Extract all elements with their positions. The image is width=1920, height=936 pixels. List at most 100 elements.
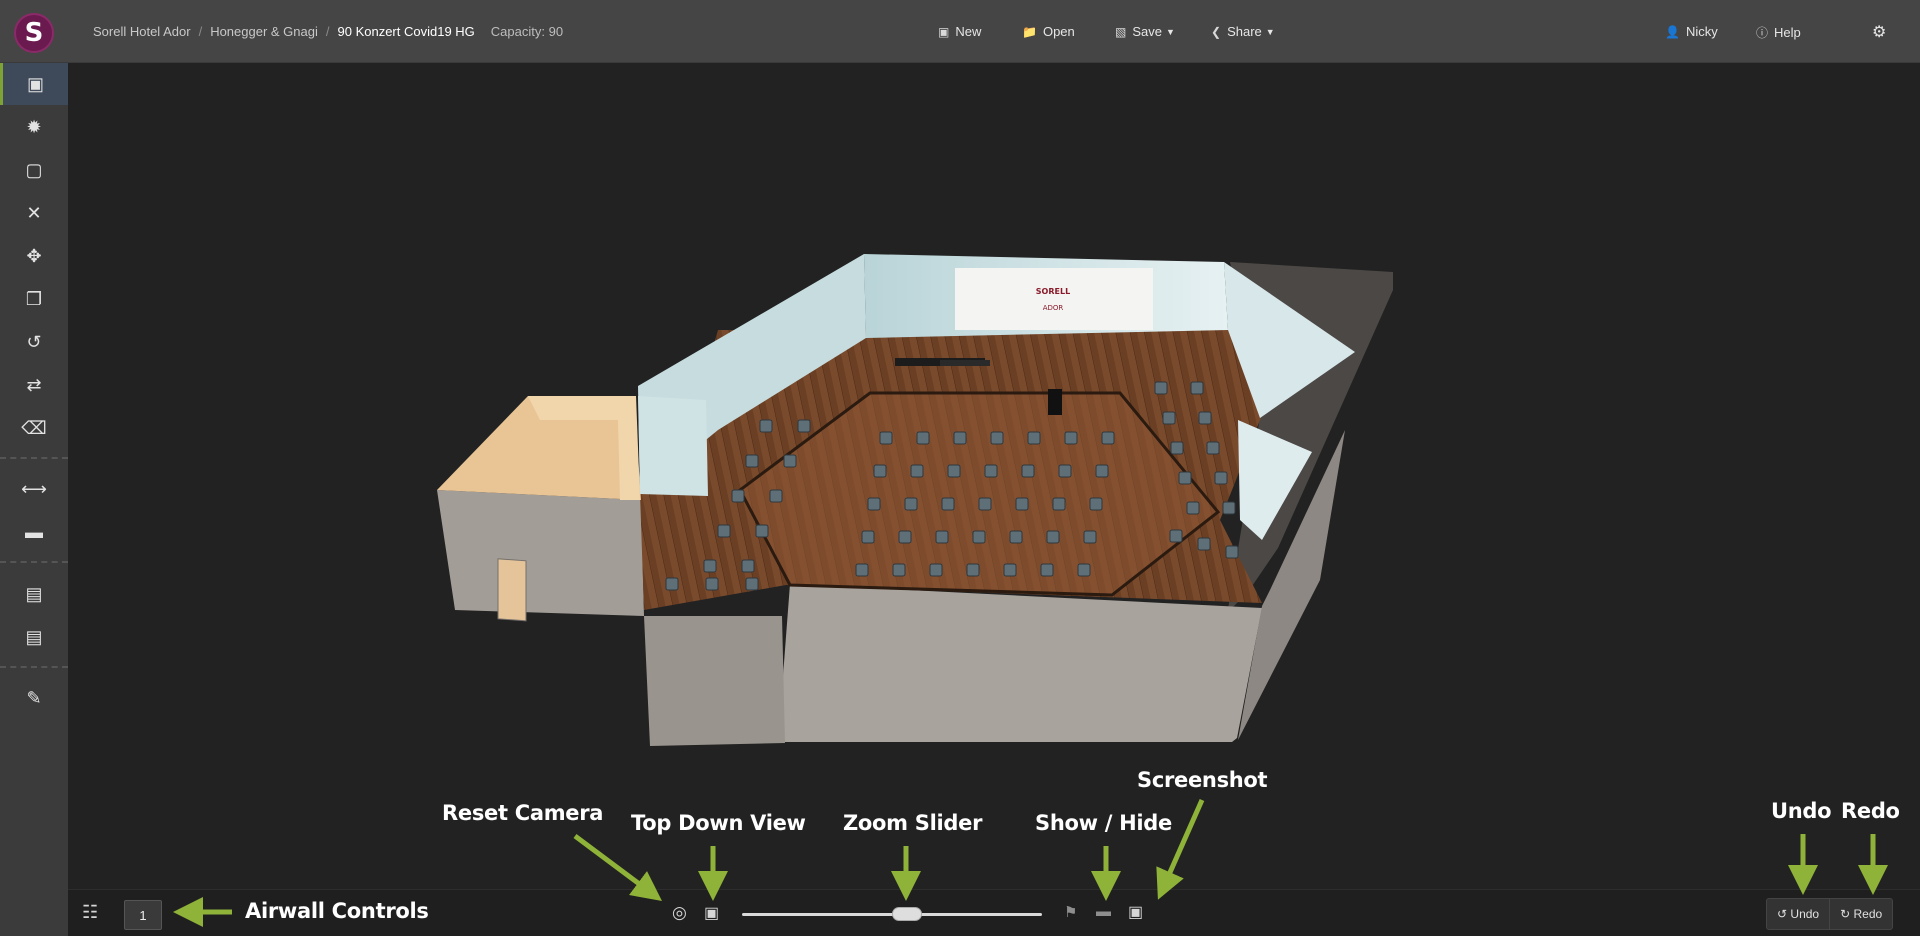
user-menu[interactable]: 👤 Nicky: [1665, 24, 1718, 39]
chair[interactable]: [1015, 497, 1029, 511]
chair[interactable]: [1009, 530, 1023, 544]
chair[interactable]: [898, 530, 912, 544]
chair[interactable]: [797, 419, 811, 433]
chair[interactable]: [1027, 431, 1041, 445]
breadcrumb-client[interactable]: Honegger & Gnagi: [210, 24, 318, 39]
chair[interactable]: [665, 577, 679, 591]
chair[interactable]: [892, 563, 906, 577]
undo-button[interactable]: ↺ Undo: [1767, 899, 1831, 929]
chair[interactable]: [769, 489, 783, 503]
select-box-icon[interactable]: ▢: [0, 149, 68, 191]
map-icon[interactable]: ☷: [82, 902, 98, 923]
camera-icon[interactable]: ▣: [1128, 902, 1143, 922]
chair[interactable]: [1064, 431, 1078, 445]
chair[interactable]: [731, 489, 745, 503]
trash-icon[interactable]: ⌫: [0, 407, 68, 449]
align-center-icon[interactable]: ▤: [0, 573, 68, 615]
chair[interactable]: [745, 454, 759, 468]
chair[interactable]: [703, 559, 717, 573]
chair[interactable]: [1169, 529, 1183, 543]
new-button[interactable]: ▣ New: [938, 24, 981, 39]
chair[interactable]: [717, 524, 731, 538]
save-button[interactable]: ▧ Save ▼: [1115, 24, 1175, 39]
chair[interactable]: [947, 464, 961, 478]
edit-icon[interactable]: ✎: [0, 677, 68, 719]
chair[interactable]: [1206, 441, 1220, 455]
chair[interactable]: [972, 530, 986, 544]
chair[interactable]: [745, 577, 759, 591]
chair[interactable]: [867, 497, 881, 511]
chair[interactable]: [1190, 381, 1204, 395]
zoom-slider-thumb[interactable]: [892, 907, 922, 921]
chair[interactable]: [1040, 563, 1054, 577]
chair[interactable]: [1186, 501, 1200, 515]
move-icon[interactable]: ✥: [0, 235, 68, 277]
annotation-top-down-view: Top Down View: [631, 811, 806, 835]
chair[interactable]: [910, 464, 924, 478]
chair[interactable]: [929, 563, 943, 577]
chair[interactable]: [984, 464, 998, 478]
chair[interactable]: [1222, 501, 1236, 515]
resize-horizontal-icon[interactable]: ⟷: [0, 468, 68, 510]
chair[interactable]: [1058, 464, 1072, 478]
chair[interactable]: [935, 530, 949, 544]
app-logo[interactable]: S: [14, 13, 54, 53]
chair[interactable]: [755, 524, 769, 538]
chair[interactable]: [953, 431, 967, 445]
ruler-toggle-icon[interactable]: ▬: [1096, 903, 1111, 920]
airwall-floor-input[interactable]: 1: [124, 900, 162, 930]
chair[interactable]: [783, 454, 797, 468]
chair[interactable]: [978, 497, 992, 511]
chair[interactable]: [705, 577, 719, 591]
chair[interactable]: [1003, 563, 1017, 577]
chair[interactable]: [1178, 471, 1192, 485]
settings-button[interactable]: ⚙: [1872, 22, 1886, 42]
chair[interactable]: [1101, 431, 1115, 445]
ruler-icon[interactable]: ▬: [0, 511, 68, 553]
chair[interactable]: [1021, 464, 1035, 478]
chair[interactable]: [1077, 563, 1091, 577]
chair[interactable]: [1162, 411, 1176, 425]
share-button[interactable]: ❮ Share ▼: [1211, 24, 1275, 39]
chair[interactable]: [1089, 497, 1103, 511]
chair[interactable]: [966, 563, 980, 577]
top-down-view-button[interactable]: ▣: [704, 903, 719, 923]
chair[interactable]: [1198, 411, 1212, 425]
wand-icon[interactable]: ✹: [0, 106, 68, 148]
screen-logo-line1: SORELL: [1036, 287, 1070, 296]
chair[interactable]: [879, 431, 893, 445]
chair[interactable]: [1225, 545, 1239, 559]
chair[interactable]: [1170, 441, 1184, 455]
chair[interactable]: [1214, 471, 1228, 485]
chair[interactable]: [1197, 537, 1211, 551]
open-button[interactable]: 📁 Open: [1022, 24, 1075, 39]
tag-icon[interactable]: ⚑: [1064, 903, 1077, 921]
chair[interactable]: [904, 497, 918, 511]
swap-icon[interactable]: ⇄: [0, 364, 68, 406]
chair[interactable]: [1154, 381, 1168, 395]
close-icon[interactable]: ✕: [0, 192, 68, 234]
chair[interactable]: [1083, 530, 1097, 544]
chair[interactable]: [1052, 497, 1066, 511]
room-3d-model[interactable]: SORELL ADOR: [68, 63, 1920, 889]
chair[interactable]: [855, 563, 869, 577]
chair[interactable]: [861, 530, 875, 544]
help-button[interactable]: ⓘ Help: [1756, 24, 1801, 41]
3d-viewport[interactable]: SORELL ADOR: [68, 63, 1920, 889]
redo-button[interactable]: ↻ Redo: [1830, 899, 1892, 929]
chair[interactable]: [741, 559, 755, 573]
chair[interactable]: [990, 431, 1004, 445]
chair[interactable]: [873, 464, 887, 478]
chair[interactable]: [941, 497, 955, 511]
chair[interactable]: [1095, 464, 1109, 478]
chair[interactable]: [759, 419, 773, 433]
redo-icon: ↻: [1840, 907, 1851, 921]
cube-icon[interactable]: ▣: [0, 63, 68, 105]
copy-icon[interactable]: ❐: [0, 278, 68, 320]
chair[interactable]: [916, 431, 930, 445]
chair[interactable]: [1046, 530, 1060, 544]
align-middle-icon[interactable]: ▤: [0, 616, 68, 658]
breadcrumb-venue[interactable]: Sorell Hotel Ador: [93, 24, 191, 39]
reset-camera-button[interactable]: ◎: [672, 903, 687, 923]
rotate-icon[interactable]: ↺: [0, 321, 68, 363]
